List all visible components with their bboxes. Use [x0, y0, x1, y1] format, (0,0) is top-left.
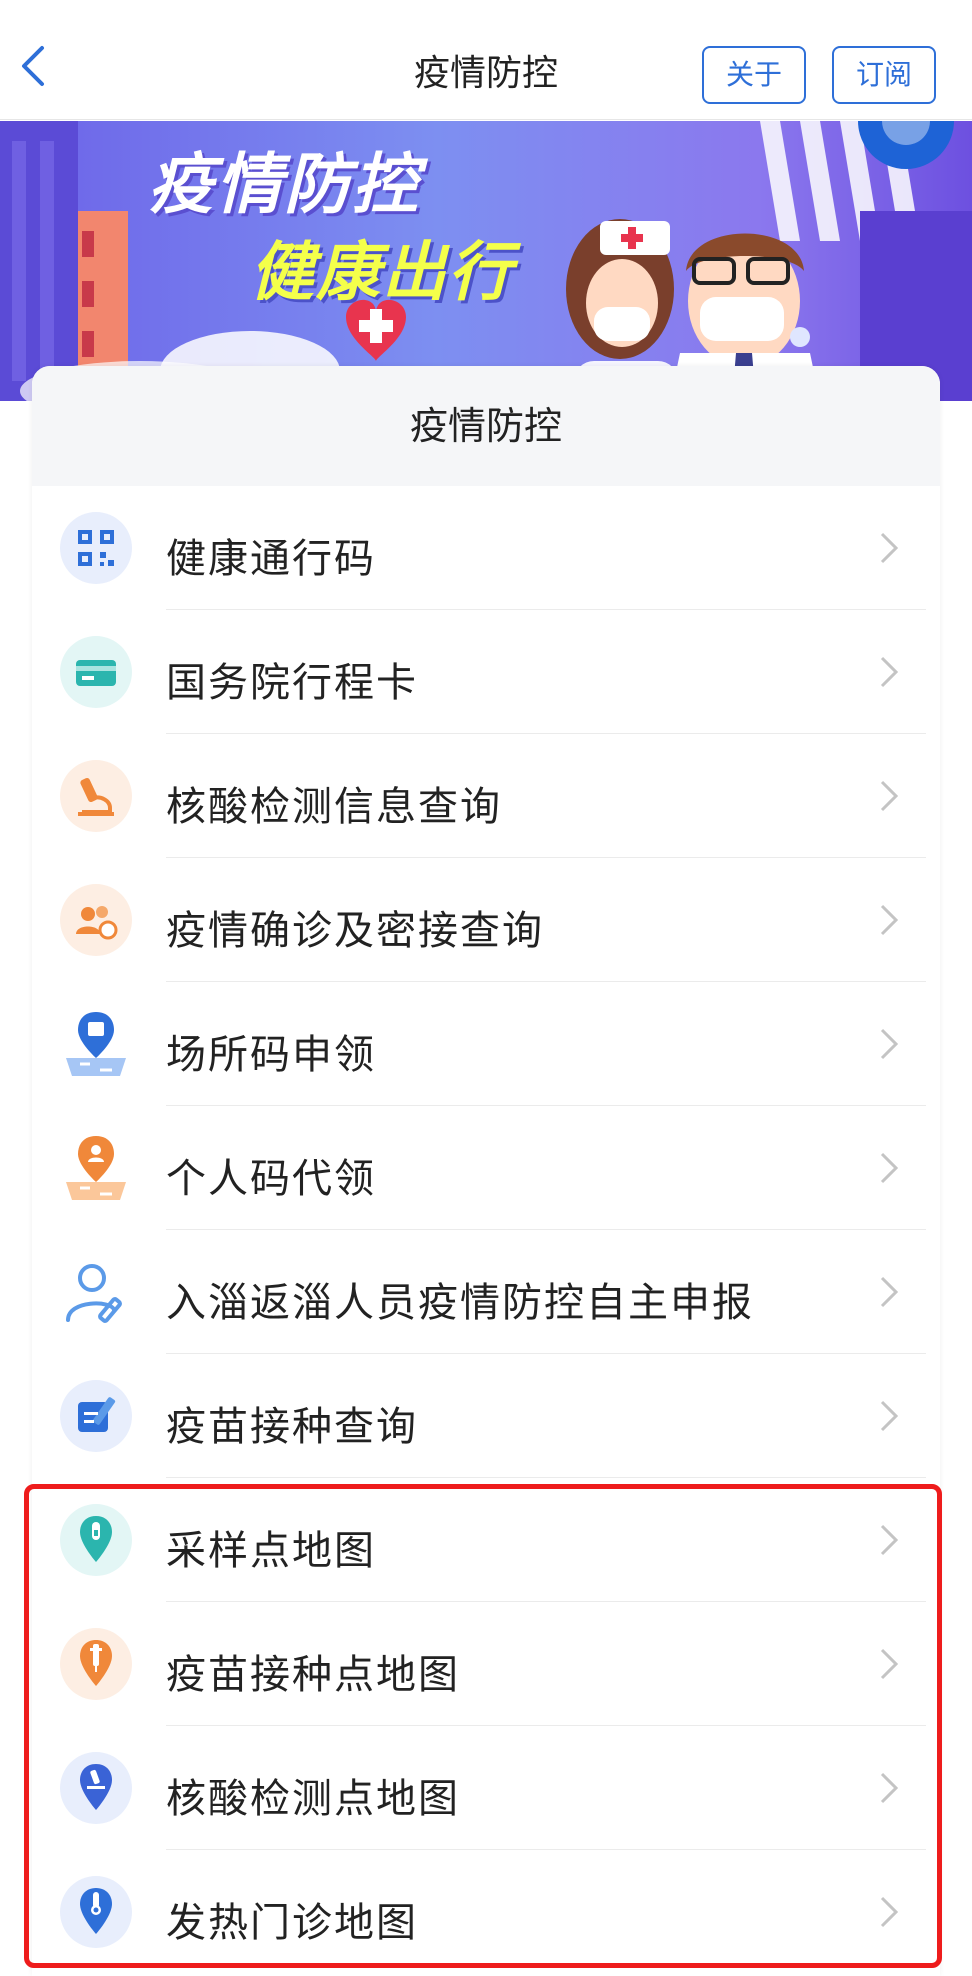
travel-card-icon	[60, 636, 132, 708]
banner-title-line2: 健康出行	[250, 236, 514, 310]
chevron-left-icon	[22, 46, 44, 86]
list-item-label: 采样点地图	[166, 1528, 376, 1574]
list-item-personal-code[interactable]: 个人码代领	[32, 1106, 940, 1230]
chevron-right-icon	[880, 904, 899, 936]
chevron-right-icon	[880, 1648, 899, 1680]
list-item-sampling-point-map[interactable]: 采样点地图	[32, 1478, 940, 1602]
service-card: 疫情防控 健康通行码 国务院行程卡 核酸检测信息查询 疫情确诊及密接查询 场所码…	[32, 366, 940, 1976]
chevron-right-icon	[880, 1028, 899, 1060]
list-item-fever-clinic-map[interactable]: 发热门诊地图	[32, 1850, 940, 1974]
chevron-right-icon	[880, 1772, 899, 1804]
personal-code-location-icon	[66, 1136, 126, 1200]
chevron-right-icon	[880, 1276, 899, 1308]
people-search-icon	[60, 884, 132, 956]
test-point-map-icon	[60, 1752, 132, 1824]
person-edit-icon	[66, 1264, 122, 1323]
chevron-right-icon	[880, 1400, 899, 1432]
fever-clinic-map-icon	[60, 1876, 132, 1948]
list-item-label: 场所码申领	[166, 1032, 376, 1078]
microscope-icon	[60, 760, 132, 832]
list-item-label: 个人码代领	[166, 1156, 376, 1202]
chevron-right-icon	[880, 532, 899, 564]
page-title: 疫情防控	[413, 53, 558, 94]
qr-code-icon	[60, 512, 132, 584]
card-title: 疫情防控	[32, 366, 940, 486]
chevron-right-icon	[880, 656, 899, 688]
chevron-right-icon	[880, 1896, 899, 1928]
list-item-label: 核酸检测信息查询	[166, 784, 502, 830]
chevron-right-icon	[880, 780, 899, 812]
service-list: 健康通行码 国务院行程卡 核酸检测信息查询 疫情确诊及密接查询 场所码申领 个人…	[32, 486, 940, 1974]
list-item-vaccine-point-map[interactable]: 疫苗接种点地图	[32, 1602, 940, 1726]
sampling-point-map-icon	[60, 1504, 132, 1576]
list-item-self-report[interactable]: 入淄返淄人员疫情防控自主申报	[32, 1230, 940, 1354]
list-item-label: 健康通行码	[166, 536, 376, 582]
about-button[interactable]: 关于	[702, 46, 806, 104]
list-item-vaccination-query[interactable]: 疫苗接种查询	[32, 1354, 940, 1478]
list-item-test-point-map[interactable]: 核酸检测点地图	[32, 1726, 940, 1850]
venue-code-location-icon	[66, 1012, 126, 1076]
chevron-right-icon	[880, 1524, 899, 1556]
list-item-label: 发热门诊地图	[166, 1900, 418, 1946]
vaccine-point-map-icon	[60, 1628, 132, 1700]
list-item-label: 核酸检测点地图	[166, 1776, 460, 1822]
list-item-travel-card[interactable]: 国务院行程卡	[32, 610, 940, 734]
back-button[interactable]	[14, 40, 54, 92]
vaccine-record-icon	[60, 1380, 132, 1452]
list-item-venue-code[interactable]: 场所码申领	[32, 982, 940, 1106]
list-item-confirmed-contact-query[interactable]: 疫情确诊及密接查询	[32, 858, 940, 982]
subscribe-button[interactable]: 订阅	[832, 46, 936, 104]
chevron-right-icon	[880, 1152, 899, 1184]
navbar: 疫情防控 关于 订阅	[0, 0, 972, 120]
banner-title-line1: 疫情防控	[148, 146, 420, 223]
banner: 疫情防控 健康出行	[0, 121, 972, 401]
list-item-label: 疫苗接种查询	[166, 1404, 418, 1450]
list-item-label: 国务院行程卡	[166, 660, 418, 706]
list-item-label: 疫苗接种点地图	[166, 1652, 460, 1698]
list-item-nucleic-test-info[interactable]: 核酸检测信息查询	[32, 734, 940, 858]
list-item-health-code[interactable]: 健康通行码	[32, 486, 940, 610]
list-item-label: 入淄返淄人员疫情防控自主申报	[166, 1280, 754, 1326]
list-item-label: 疫情确诊及密接查询	[166, 908, 544, 954]
